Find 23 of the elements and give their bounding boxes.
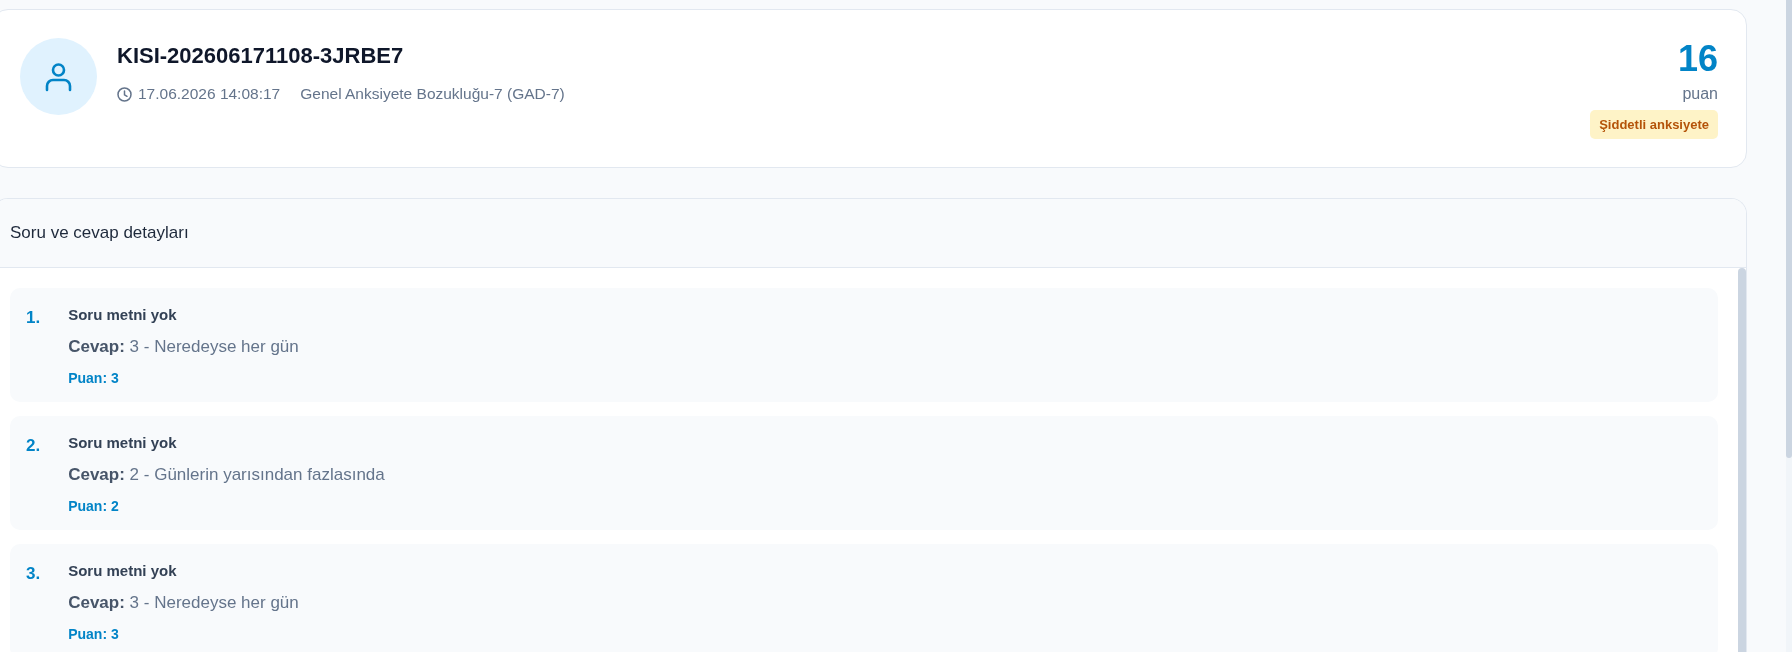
points-text: Puan: 3 <box>68 369 120 388</box>
answer-text: Cevap: 2 - Günlerin yarısından fazlasında <box>68 464 385 486</box>
severity-badge: Şiddetli anksiyete <box>1590 110 1718 139</box>
clock-icon <box>117 86 132 102</box>
record-id: KISI-202606171108-3JRBE7 <box>117 42 405 70</box>
points-text: Puan: 2 <box>68 497 120 516</box>
question-number: 1. <box>26 307 41 329</box>
user-avatar-icon <box>20 38 97 115</box>
score-unit: puan <box>1682 84 1718 104</box>
question-number: 2. <box>26 435 41 457</box>
question-number: 3. <box>26 563 41 585</box>
answer-text: Cevap: 3 - Neredeyse her gün <box>68 592 299 614</box>
question-text: Soru metni yok <box>68 561 178 581</box>
score-value: 16 <box>1677 38 1718 80</box>
question-text: Soru metni yok <box>68 305 178 325</box>
panel-title: Soru ve cevap detayları <box>10 223 189 243</box>
points-text: Puan: 3 <box>68 625 120 644</box>
scale-name: Genel Anksiyete Bozukluğu-7 (GAD-7) <box>300 84 565 104</box>
answer-text: Cevap: 3 - Neredeyse her gün <box>68 336 299 358</box>
date-time: 17.06.2026 14:08:17 <box>138 84 281 104</box>
scrollbar-thumb[interactable] <box>1786 0 1792 458</box>
question-text: Soru metni yok <box>68 433 178 453</box>
scrollbar-thumb[interactable] <box>1738 268 1746 652</box>
